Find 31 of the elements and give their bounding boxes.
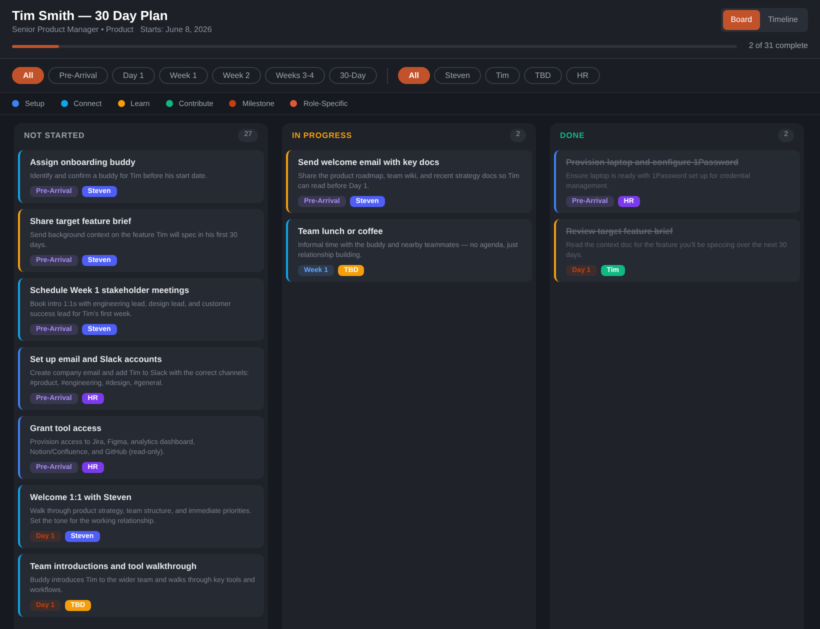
- card-title: Assign onboarding buddy: [30, 156, 136, 168]
- card-title: Share target feature brief: [30, 216, 132, 227]
- column-title: NOT STARTED: [24, 130, 85, 142]
- card-title: Set up email and Slack accounts: [30, 354, 163, 365]
- view-tab[interactable]: Board: [722, 10, 760, 30]
- filter-chip[interactable]: All: [12, 67, 44, 84]
- progress-label: 2 of 31 complete: [748, 40, 808, 52]
- filter-chip[interactable]: Pre-Arrival: [48, 67, 108, 84]
- card-title: Provision laptop and configure 1Password: [566, 156, 740, 168]
- card-title: Grant tool access: [30, 422, 102, 434]
- filter-chip[interactable]: 30-Day: [328, 67, 377, 84]
- page-subtitle: Senior Product Manager • Product Starts: June 8, 2026: [12, 24, 212, 36]
- card-title: Team lunch or coffee: [298, 226, 384, 237]
- filter-chip[interactable]: Steven: [434, 67, 481, 84]
- page-title: Tim Smith — 30 Day Plan: [12, 8, 169, 24]
- column-title: DONE: [560, 130, 585, 142]
- filter-chip[interactable]: Day 1: [112, 67, 155, 84]
- filter-chip[interactable]: Weeks 3-4: [264, 67, 325, 84]
- card-title: Schedule Week 1 stakeholder meetings: [30, 284, 190, 296]
- filter-chip[interactable]: Tim: [484, 67, 520, 84]
- filter-chip[interactable]: All: [398, 67, 430, 84]
- card-title: Send welcome email with key docs: [298, 156, 440, 168]
- filter-chip[interactable]: TBD: [524, 67, 562, 84]
- filter-chip[interactable]: HR: [566, 67, 600, 84]
- card-title: Review target feature brief: [566, 226, 674, 237]
- card-title: Team introductions and tool walkthrough: [30, 560, 198, 572]
- view-tab[interactable]: Timeline: [760, 10, 806, 30]
- column-title: IN PROGRESS: [292, 130, 352, 142]
- filter-chip[interactable]: Week 1: [158, 67, 208, 84]
- card-title: Welcome 1:1 with Steven: [30, 492, 132, 503]
- filter-chip[interactable]: Week 2: [212, 67, 261, 84]
